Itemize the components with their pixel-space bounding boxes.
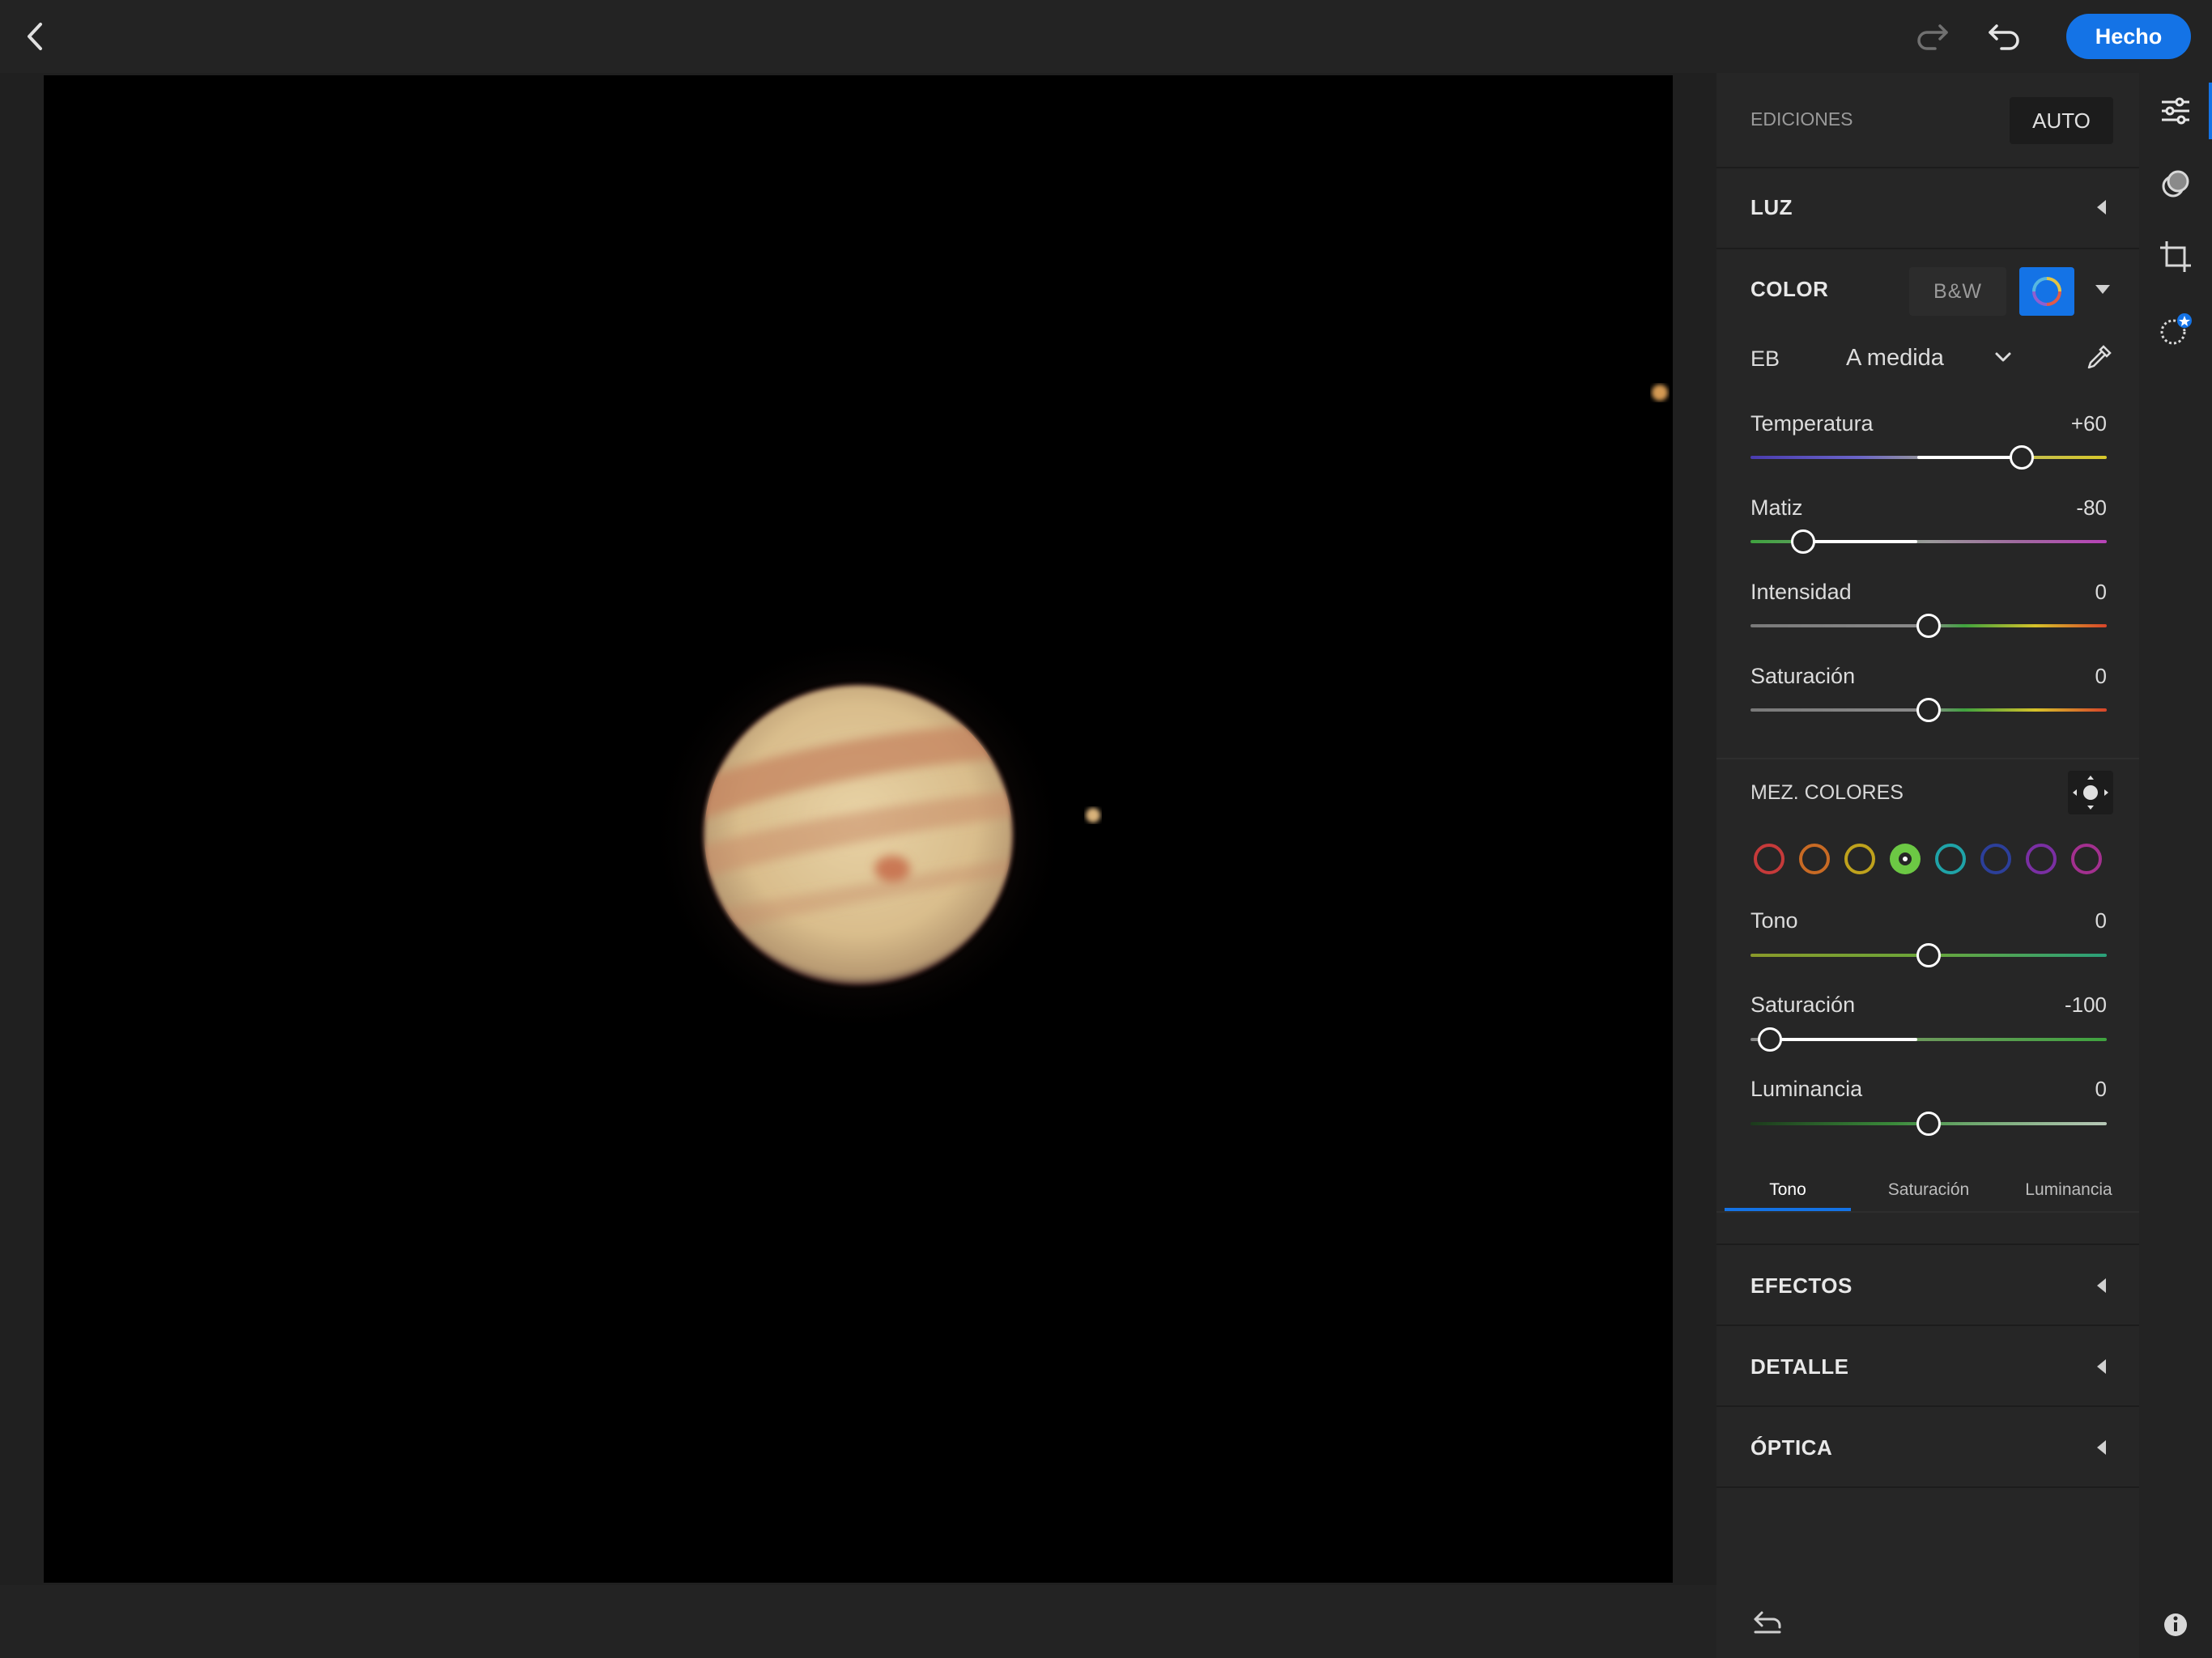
auto-button[interactable]: AUTO <box>2010 97 2113 144</box>
section-detail[interactable]: DETALLE <box>1750 1354 1848 1380</box>
color-options-icon[interactable] <box>2095 285 2110 294</box>
expand-optics-icon[interactable] <box>2097 1440 2106 1455</box>
mixer-hue-thumb[interactable] <box>1916 943 1941 967</box>
redo-icon[interactable] <box>1911 19 1951 53</box>
photo-canvas[interactable] <box>44 75 1673 1583</box>
divider <box>1716 1211 2139 1213</box>
vibrance-label: Intensidad <box>1750 580 1852 604</box>
wb-dropdown[interactable]: A medida <box>1846 345 1944 372</box>
heal-icon[interactable] <box>2157 311 2194 348</box>
top-bar: Hecho <box>0 0 2212 73</box>
jupiter-photo <box>648 385 1668 1037</box>
color-mode-button[interactable] <box>2019 267 2074 316</box>
mixer-sat-fill <box>1781 1038 1917 1041</box>
swatch-yellow[interactable] <box>1844 844 1875 874</box>
color-mixer-title: MEZ. COLORES <box>1750 781 1904 804</box>
bw-button[interactable]: B&W <box>1909 267 2006 316</box>
vibrance-value[interactable]: 0 <box>1976 580 2107 605</box>
expand-detail-icon[interactable] <box>2097 1359 2106 1374</box>
swatch-aqua[interactable] <box>1935 844 1966 874</box>
info-icon[interactable] <box>2157 1606 2194 1643</box>
swatch-blue[interactable] <box>1980 844 2011 874</box>
temperature-fill <box>1917 456 2023 459</box>
expand-effects-icon[interactable] <box>2097 1278 2106 1293</box>
swatch-red[interactable] <box>1754 844 1784 874</box>
panel-title: EDICIONES <box>1750 108 1853 130</box>
color-wheel-icon <box>2032 277 2061 306</box>
mixer-hue-label: Tono <box>1750 908 1798 933</box>
section-optics[interactable]: ÓPTICA <box>1750 1435 1832 1460</box>
divider <box>1716 167 2139 168</box>
targeted-adjustment-icon[interactable] <box>2068 771 2113 814</box>
undo-icon[interactable] <box>1985 19 2026 53</box>
section-effects[interactable]: EFECTOS <box>1750 1273 1853 1299</box>
tint-label: Matiz <box>1750 495 1803 520</box>
back-arrow-icon[interactable] <box>18 18 55 55</box>
expand-light-icon[interactable] <box>2097 200 2106 215</box>
section-light[interactable]: LUZ <box>1750 195 1793 220</box>
selected-dot-center <box>1903 857 1908 861</box>
done-button[interactable]: Hecho <box>2066 14 2191 59</box>
mixer-lum-value[interactable]: 0 <box>1976 1077 2107 1102</box>
mixer-sat-thumb[interactable] <box>1758 1027 1782 1052</box>
bottom-bar <box>0 1585 1716 1658</box>
swatch-magenta[interactable] <box>2071 844 2102 874</box>
chevron-down-icon[interactable] <box>1993 350 2013 364</box>
reset-icon[interactable] <box>1752 1609 1784 1635</box>
divider <box>1716 1324 2139 1326</box>
mixer-lum-label: Luminancia <box>1750 1077 1863 1101</box>
divider <box>1716 1244 2139 1245</box>
mixer-hue-value[interactable]: 0 <box>1976 908 2107 933</box>
eyedropper-icon[interactable] <box>2084 343 2113 372</box>
divider <box>1716 248 2139 249</box>
tab-saturation[interactable]: Saturación <box>1860 1166 1997 1214</box>
swatch-green-selected[interactable] <box>1890 844 1921 874</box>
vibrance-thumb[interactable] <box>1916 614 1941 638</box>
divider <box>1716 1405 2139 1407</box>
active-tool-indicator <box>2209 83 2212 139</box>
saturation-value[interactable]: 0 <box>1976 664 2107 689</box>
saturation-label: Saturación <box>1750 664 1856 688</box>
tool-rail <box>2139 73 2212 1658</box>
mixer-sat-value[interactable]: -100 <box>1976 993 2107 1018</box>
saturation-thumb[interactable] <box>1916 698 1941 722</box>
mixer-sat-label: Saturación <box>1750 993 1856 1017</box>
mixer-lum-thumb[interactable] <box>1916 1112 1941 1136</box>
section-color[interactable]: COLOR <box>1750 277 1828 302</box>
presets-icon[interactable] <box>2157 165 2194 202</box>
tab-hue[interactable]: Tono <box>1725 1166 1851 1214</box>
tint-fill <box>1814 540 1917 543</box>
sliders-icon[interactable] <box>2157 92 2194 130</box>
mixer-tabs: Tono Saturación Luminancia <box>1725 1166 2138 1214</box>
temperature-thumb[interactable] <box>2010 445 2034 470</box>
swatch-purple[interactable] <box>2026 844 2057 874</box>
tab-luminance[interactable]: Luminancia <box>2000 1166 2138 1214</box>
wb-label: EB <box>1750 346 1780 371</box>
temperature-label: Temperatura <box>1750 411 1874 436</box>
divider <box>1716 1486 2139 1488</box>
temperature-value[interactable]: +60 <box>1976 411 2107 436</box>
tint-thumb[interactable] <box>1791 529 1815 554</box>
crop-icon[interactable] <box>2157 238 2194 275</box>
tint-value[interactable]: -80 <box>1976 495 2107 521</box>
swatch-orange[interactable] <box>1799 844 1830 874</box>
divider <box>1716 758 2139 759</box>
